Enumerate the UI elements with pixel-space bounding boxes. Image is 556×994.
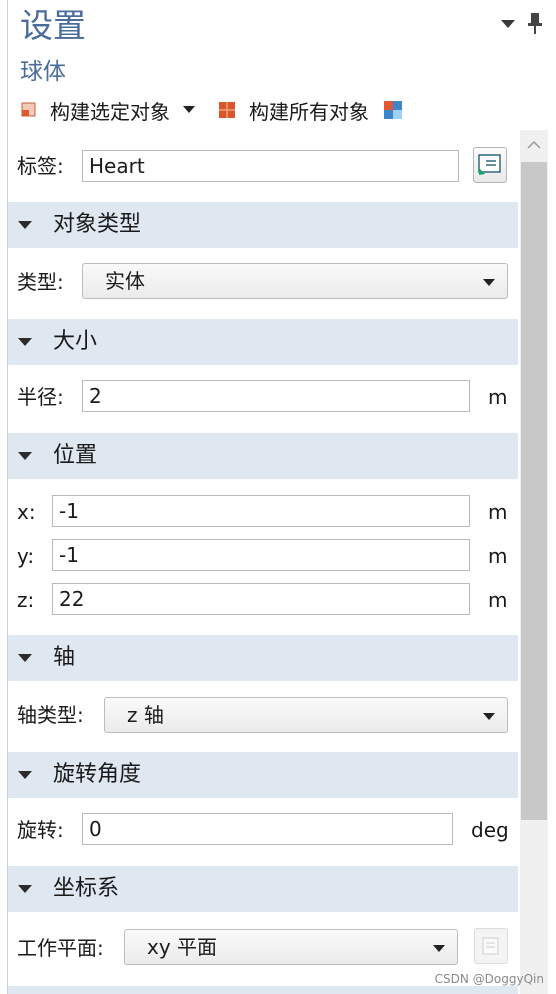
build-selected-dropdown-icon[interactable] bbox=[182, 104, 196, 116]
watermark: CSDN @DoggyQin bbox=[434, 972, 544, 986]
go-to-source-icon bbox=[482, 937, 499, 955]
axis-type-select[interactable]: z 轴 bbox=[104, 697, 508, 733]
section-axis[interactable]: 轴 bbox=[8, 635, 518, 681]
type-select-value: 实体 bbox=[105, 269, 145, 293]
y-input[interactable]: -1 bbox=[52, 539, 470, 571]
collapse-triangle-icon bbox=[18, 221, 32, 229]
section-title: 位置 bbox=[53, 443, 98, 468]
z-label: z: bbox=[17, 588, 35, 612]
toolbar: 构建选定对象 构建所有对象 bbox=[20, 96, 403, 124]
section-rotation[interactable]: 旋转角度 bbox=[8, 752, 518, 798]
section-title: 轴 bbox=[53, 645, 76, 670]
chevron-down-icon bbox=[483, 279, 495, 286]
section-title: 旋转角度 bbox=[53, 762, 142, 787]
build-all-icon bbox=[219, 102, 235, 118]
triangle-down-icon[interactable] bbox=[500, 18, 516, 30]
z-unit: m bbox=[488, 588, 508, 612]
label-edit-button[interactable] bbox=[473, 147, 507, 183]
radius-input[interactable]: 2 bbox=[82, 380, 470, 412]
radius-unit: m bbox=[488, 385, 508, 409]
work-plane-select[interactable]: xy 平面 bbox=[124, 929, 458, 965]
section-title: 大小 bbox=[53, 329, 98, 354]
section-size[interactable]: 大小 bbox=[8, 319, 518, 365]
chevron-down-icon bbox=[483, 713, 495, 720]
build-all-label: 构建所有对象 bbox=[249, 99, 369, 124]
radius-label: 半径: bbox=[17, 385, 64, 409]
vertical-scrollbar[interactable] bbox=[520, 130, 548, 994]
geometry-view-icon[interactable] bbox=[383, 100, 403, 120]
build-selected-button[interactable]: 构建选定对象 bbox=[20, 96, 170, 125]
x-unit: m bbox=[488, 500, 508, 524]
section-title: 坐标系 bbox=[53, 876, 120, 901]
next-section-edge bbox=[8, 986, 518, 994]
collapse-triangle-icon bbox=[18, 885, 32, 893]
build-all-button[interactable]: 构建所有对象 bbox=[218, 96, 369, 125]
panel-title: 设置 bbox=[20, 6, 86, 45]
x-label: x: bbox=[17, 500, 36, 524]
y-label: y: bbox=[17, 544, 35, 568]
work-plane-go-to-button[interactable] bbox=[474, 928, 508, 964]
collapse-triangle-icon bbox=[18, 771, 32, 779]
scrollbar-thumb[interactable] bbox=[521, 162, 547, 820]
label-edit-icon bbox=[478, 154, 501, 175]
rotation-label: 旋转: bbox=[17, 818, 64, 842]
panel-subtitle: 球体 bbox=[20, 59, 66, 85]
section-position[interactable]: 位置 bbox=[8, 433, 518, 479]
scroll-up-arrow-icon[interactable] bbox=[526, 140, 542, 150]
build-selected-icon bbox=[21, 102, 36, 117]
y-unit: m bbox=[488, 544, 508, 568]
type-select[interactable]: 实体 bbox=[82, 263, 508, 299]
collapse-triangle-icon bbox=[18, 338, 32, 346]
work-plane-select-value: xy 平面 bbox=[147, 935, 218, 959]
settings-content: 标签: Heart 对象类型 类型: 实体 大小 半径: 2 m 位置 x: -… bbox=[8, 130, 518, 994]
x-input[interactable]: -1 bbox=[52, 495, 470, 527]
axis-type-label: 轴类型: bbox=[17, 703, 84, 727]
label-input[interactable]: Heart bbox=[82, 150, 459, 182]
work-plane-label: 工作平面: bbox=[17, 936, 104, 960]
type-label: 类型: bbox=[17, 270, 64, 294]
label-field-label: 标签: bbox=[17, 154, 64, 178]
collapse-triangle-icon bbox=[18, 654, 32, 662]
chevron-down-icon bbox=[433, 945, 445, 952]
pin-icon[interactable] bbox=[527, 12, 543, 36]
section-coordinate-system[interactable]: 坐标系 bbox=[8, 866, 518, 912]
build-selected-label: 构建选定对象 bbox=[50, 99, 170, 124]
z-input[interactable]: 22 bbox=[52, 583, 470, 615]
collapse-triangle-icon bbox=[18, 452, 32, 460]
axis-type-select-value: z 轴 bbox=[127, 703, 164, 727]
section-title: 对象类型 bbox=[53, 212, 142, 237]
rotation-input[interactable]: 0 bbox=[82, 813, 453, 845]
rotation-unit: deg bbox=[471, 818, 509, 842]
section-object-type[interactable]: 对象类型 bbox=[8, 202, 518, 248]
